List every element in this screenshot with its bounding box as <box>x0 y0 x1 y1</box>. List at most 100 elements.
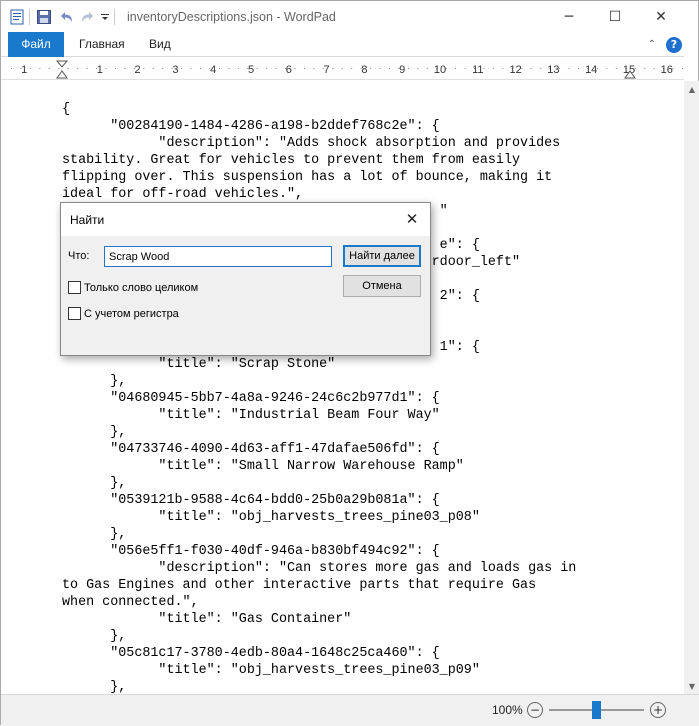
ruler-number: 13 <box>547 64 559 76</box>
ruler-number: 8 <box>361 64 367 76</box>
ruler-tick <box>143 68 145 69</box>
ruler-tick <box>124 68 126 69</box>
zoom-level: 100% <box>492 703 523 717</box>
match-case-checkbox[interactable] <box>68 307 81 320</box>
ruler-tick <box>502 68 504 69</box>
ruler-tick <box>39 68 41 69</box>
help-icon[interactable]: ? <box>666 36 682 53</box>
ruler-tick <box>67 68 69 69</box>
ruler-tick <box>275 68 277 69</box>
ruler-tick <box>417 68 419 69</box>
wordpad-doc-icon[interactable] <box>9 9 25 25</box>
zoom-in-button[interactable]: + <box>650 702 666 718</box>
maximize-icon: ☐ <box>608 8 622 25</box>
document-text[interactable]: { "00284190-1484-4286-a198-b2ddef768c2e"… <box>62 101 576 694</box>
ruler-tick <box>578 68 579 69</box>
match-whole-word-option[interactable]: Только слово целиком <box>68 281 198 294</box>
save-icon[interactable] <box>36 9 52 25</box>
ruler-number: 2 <box>135 64 141 76</box>
ruler-number: 6 <box>286 64 292 76</box>
ruler-tick <box>379 68 381 69</box>
ruler-number: 9 <box>399 64 405 76</box>
match-case-label: С учетом регистра <box>84 307 179 320</box>
match-whole-word-checkbox[interactable] <box>68 281 81 294</box>
match-whole-word-label: Только слово целиком <box>84 281 199 294</box>
ruler-tick <box>407 68 409 69</box>
ruler-number: 3 <box>172 64 178 76</box>
ruler-tick <box>341 68 343 69</box>
find-dialog-title: Найти <box>70 213 105 227</box>
cancel-button[interactable]: Отмена <box>343 275 421 297</box>
ruler[interactable]: 1 1 2 3 4 5 6 7 8 9 10 11 12 13 14 15 16 <box>1 58 684 80</box>
ruler-tick <box>682 68 683 69</box>
find-what-input[interactable] <box>104 246 332 267</box>
ruler-tick <box>492 68 494 69</box>
scroll-down-icon[interactable]: ▼ <box>684 678 699 694</box>
match-case-option[interactable]: С учетом регистра <box>68 307 179 320</box>
collapse-ribbon-icon[interactable]: ⌃ <box>648 39 656 50</box>
ruler-tick <box>237 68 239 69</box>
ruler-number: 14 <box>585 64 597 76</box>
zoom-slider-thumb[interactable] <box>592 701 601 719</box>
ruler-tick <box>483 68 485 69</box>
ruler-number: 11 <box>472 64 483 76</box>
ruler-tick <box>77 68 79 69</box>
redo-icon[interactable] <box>80 9 96 25</box>
find-what-label: Что: <box>68 250 90 262</box>
ruler-tick <box>294 68 296 69</box>
ruler-tick <box>200 68 201 69</box>
ruler-tick <box>606 68 608 69</box>
undo-icon[interactable] <box>58 9 74 25</box>
separator <box>29 8 30 25</box>
ruler-tick <box>370 68 372 69</box>
close-button[interactable]: ✕ <box>638 1 684 32</box>
ruler-tick <box>464 68 466 69</box>
find-dialog-titlebar[interactable]: Найти ✕ <box>61 203 430 236</box>
find-next-button[interactable]: Найти далее <box>343 245 421 267</box>
minimize-icon: ─ <box>564 8 574 25</box>
left-indent-marker[interactable] <box>56 70 68 79</box>
ruler-number: 16 <box>661 64 673 76</box>
ruler-tick <box>389 68 390 69</box>
ruler-tick <box>48 68 50 69</box>
ruler-tick <box>568 68 570 69</box>
ruler-tick <box>162 68 164 69</box>
ruler-tick <box>540 68 542 69</box>
ruler-tick <box>455 68 457 69</box>
customize-dropdown-icon[interactable] <box>100 9 110 25</box>
ruler-number: 5 <box>248 64 254 76</box>
first-line-indent-marker[interactable] <box>55 60 69 68</box>
window-controls: ─ ☐ ✕ <box>546 1 684 32</box>
ribbon-right-controls: ⌃ ? <box>648 32 684 57</box>
document-area[interactable]: { "00284190-1484-4286-a198-b2ddef768c2e"… <box>1 81 684 694</box>
ruler-tick <box>105 68 107 69</box>
title-bar: inventoryDescriptions.json - WordPad ─ ☐… <box>1 1 684 32</box>
ruler-tick <box>256 68 258 69</box>
vertical-scrollbar[interactable]: ▲ ▼ <box>684 81 699 694</box>
ruler-tick <box>11 68 12 69</box>
ruler-number: 1 <box>21 64 27 76</box>
scroll-up-icon[interactable]: ▲ <box>684 81 699 97</box>
tab-view[interactable]: Вид <box>137 32 183 57</box>
ruler-tick <box>313 68 315 69</box>
ruler-number: 7 <box>324 64 330 76</box>
tab-home[interactable]: Главная <box>67 32 137 57</box>
ruler-tick <box>58 68 60 69</box>
ruler-tick <box>653 68 655 69</box>
window-title: inventoryDescriptions.json - WordPad <box>127 9 336 24</box>
ruler-tick <box>190 68 192 69</box>
ruler-number: 12 <box>509 64 521 76</box>
ruler-tick <box>530 68 532 69</box>
ruler-number: 1 <box>97 64 103 76</box>
ruler-tick <box>218 68 220 69</box>
ruler-number: 4 <box>210 64 216 76</box>
close-icon[interactable]: ✕ <box>404 210 420 228</box>
maximize-button[interactable]: ☐ <box>592 1 638 32</box>
ruler-tick <box>115 68 116 69</box>
ruler-tick <box>266 68 268 69</box>
minimize-button[interactable]: ─ <box>546 1 592 32</box>
ribbon-tabs: Файл Главная Вид ⌃ ? <box>1 32 684 57</box>
zoom-out-button[interactable]: − <box>527 702 543 718</box>
tab-file[interactable]: Файл <box>8 32 64 57</box>
status-bar: 100% − + <box>1 694 699 726</box>
